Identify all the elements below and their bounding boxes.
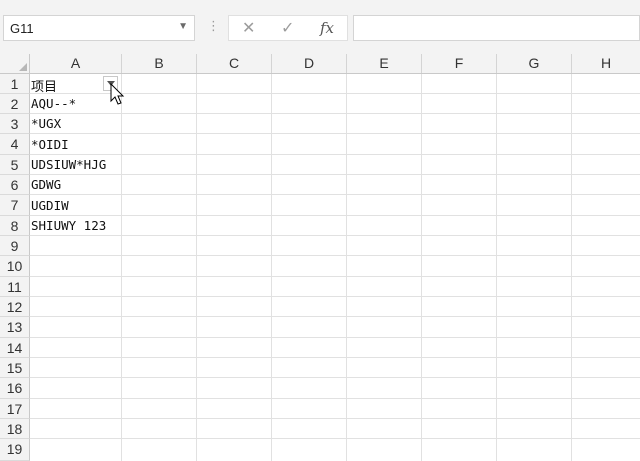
row-header-8[interactable]: 8 — [0, 216, 30, 236]
row-header-11[interactable]: 11 — [0, 277, 30, 297]
grid-line — [30, 276, 640, 277]
grid-line — [30, 154, 640, 155]
row-header-16[interactable]: 16 — [0, 378, 30, 399]
grid-line — [30, 215, 640, 216]
column-header-c[interactable]: C — [197, 54, 272, 73]
grid-line — [30, 377, 640, 378]
row-header-15[interactable]: 15 — [0, 358, 30, 378]
formula-bar-area: G11 ▼ ⋮ ✕ ✓ fx — [0, 0, 640, 54]
grid-line — [30, 398, 640, 399]
row-header-4[interactable]: 4 — [0, 134, 30, 155]
cell-a1[interactable]: 项目 — [31, 76, 57, 95]
row-header-1[interactable]: 1 — [0, 74, 30, 94]
row-header-5[interactable]: 5 — [0, 155, 30, 175]
row-header-17[interactable]: 17 — [0, 399, 30, 419]
grid-line — [30, 174, 640, 175]
column-header-h[interactable]: H — [572, 54, 640, 73]
row-header-18[interactable]: 18 — [0, 419, 30, 439]
vertical-dots-icon[interactable]: ⋮ — [207, 18, 220, 34]
cell-a8[interactable]: SHIUWY 123 — [31, 218, 106, 233]
cancel-icon[interactable]: ✕ — [242, 18, 255, 38]
name-box[interactable]: G11 ▼ — [3, 15, 195, 41]
cell-a6[interactable]: GDWG — [31, 177, 61, 192]
grid-line — [30, 357, 640, 358]
select-all-triangle-icon — [19, 63, 27, 71]
cell-a4[interactable]: *OIDI — [31, 137, 69, 152]
row-header-12[interactable]: 12 — [0, 297, 30, 317]
row-header-2[interactable]: 2 — [0, 94, 30, 114]
formula-buttons: ✕ ✓ fx — [228, 15, 348, 41]
row-header-6[interactable]: 6 — [0, 175, 30, 195]
grid-line — [30, 113, 640, 114]
mouse-pointer-icon — [110, 83, 125, 105]
row-header-14[interactable]: 14 — [0, 338, 30, 358]
row-header-9[interactable]: 9 — [0, 236, 30, 256]
grid-line — [30, 418, 640, 419]
column-header-e[interactable]: E — [347, 54, 422, 73]
row-header-3[interactable]: 3 — [0, 114, 30, 134]
grid-line — [30, 316, 640, 317]
column-header-f[interactable]: F — [422, 54, 497, 73]
dropdown-arrow-icon[interactable]: ▼ — [178, 21, 188, 32]
cell-a5[interactable]: UDSIUW*HJG — [31, 157, 106, 172]
name-box-value: G11 — [10, 21, 34, 36]
formula-input[interactable] — [353, 15, 640, 41]
grid-line — [30, 194, 640, 195]
column-header-a[interactable]: A — [30, 54, 122, 73]
select-all-button[interactable] — [0, 54, 30, 73]
column-header-d[interactable]: D — [272, 54, 347, 73]
row-header-7[interactable]: 7 — [0, 195, 30, 216]
column-header-row: A B C D E F G H — [0, 54, 640, 74]
cell-a7[interactable]: UGDIW — [31, 198, 69, 213]
row-header-10[interactable]: 10 — [0, 256, 30, 277]
cell-a3[interactable]: *UGX — [31, 116, 61, 131]
insert-function-icon[interactable]: fx — [320, 19, 334, 37]
enter-icon[interactable]: ✓ — [281, 18, 294, 38]
grid-line — [30, 337, 640, 338]
cell-a2[interactable]: AQU--* — [31, 96, 76, 111]
row-header-13[interactable]: 13 — [0, 317, 30, 338]
grid-line — [30, 296, 640, 297]
grid-line — [30, 235, 640, 236]
column-header-b[interactable]: B — [122, 54, 197, 73]
grid-line — [30, 133, 640, 134]
grid-line — [30, 255, 640, 256]
column-header-g[interactable]: G — [497, 54, 572, 73]
grid-line — [30, 438, 640, 439]
row-header-19[interactable]: 19 — [0, 439, 30, 461]
